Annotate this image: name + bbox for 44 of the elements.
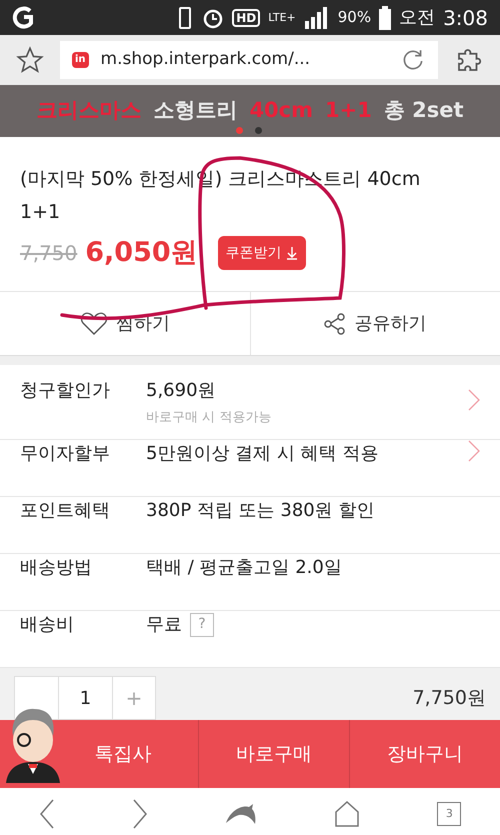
info-note: 바로구매 시 적용가능: [146, 409, 272, 427]
info-label: 포인트혜택: [20, 499, 111, 523]
info-value: 5만원이상 결제 시 혜택 적용: [146, 442, 378, 466]
hd-indicator: HD: [232, 8, 260, 26]
original-price: 7,750: [20, 240, 78, 268]
banner-text: 총 2set: [384, 97, 464, 124]
download-icon: [286, 246, 298, 260]
total-price: 7,750원: [412, 686, 486, 711]
banner-text: 40cm: [249, 97, 313, 124]
address-field[interactable]: in m.shop.interpark.com/...: [60, 41, 438, 79]
info-value: 5,690원: [146, 379, 216, 403]
info-label: 무이자할부: [20, 442, 111, 466]
quantity-value[interactable]: 1: [59, 677, 113, 719]
signal-icon: [304, 6, 330, 28]
app-logo-icon: [12, 6, 36, 30]
share-icon: [324, 312, 346, 334]
banner-text: 소형트리: [153, 97, 238, 124]
back-icon[interactable]: [38, 799, 55, 829]
tabs-button[interactable]: 3: [437, 802, 462, 826]
coupon-button[interactable]: 쿠폰받기: [218, 236, 306, 270]
home-icon[interactable]: [334, 800, 360, 828]
banner-text: 1+1: [325, 97, 372, 124]
forward-icon[interactable]: [132, 799, 148, 829]
url-text: m.shop.interpark.com/...: [100, 48, 312, 72]
info-label: 청구할인가: [20, 379, 111, 403]
network-type: LTE+: [268, 12, 296, 23]
battery-percent: 90%: [338, 7, 372, 28]
info-label: 배송방법: [20, 556, 93, 580]
info-value: 무료: [146, 613, 182, 637]
bottom-action-button[interactable]: 톡집사: [0, 720, 198, 788]
info-value: 택배 / 평균출고일 2.0일: [146, 556, 342, 580]
bookmark-star-icon[interactable]: [16, 46, 44, 74]
info-label: 배송비: [20, 613, 75, 637]
heart-icon: [80, 312, 108, 336]
clock-time: 3:08: [443, 4, 488, 32]
dolphin-icon[interactable]: [224, 803, 257, 825]
increase-button[interactable]: +: [113, 677, 155, 719]
sale-price: 6,050원: [85, 236, 198, 270]
banner-text: 크리스마스: [36, 97, 142, 124]
clock-period: 오전: [399, 6, 436, 30]
help-button[interactable]: ?: [190, 612, 214, 636]
info-value: 380P 적립 또는 380원 할인: [146, 499, 374, 523]
site-favicon: in: [72, 52, 89, 68]
battery-icon: [379, 6, 392, 30]
